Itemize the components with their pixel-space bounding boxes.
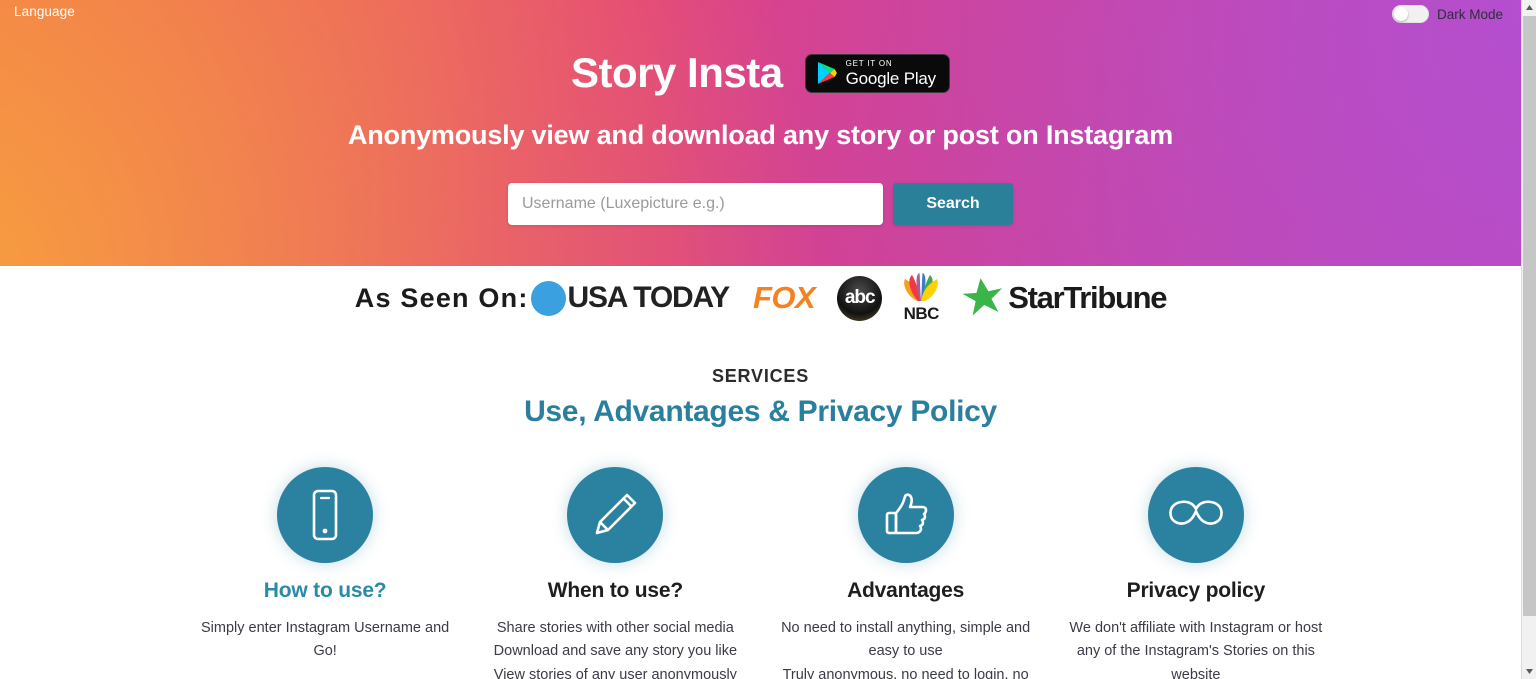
service-card-title: Privacy policy: [1126, 579, 1266, 602]
vertical-scrollbar[interactable]: [1521, 0, 1536, 679]
service-card-title[interactable]: How to use?: [264, 579, 387, 603]
dark-mode-toggle[interactable]: [1391, 5, 1429, 23]
hero-section: Language Dark Mode Story Insta GET IT ON…: [0, 0, 1521, 266]
as-seen-on-label: As Seen On:: [354, 282, 529, 313]
page-content: Language Dark Mode Story Insta GET IT ON…: [0, 0, 1521, 679]
google-play-icon: [816, 61, 838, 85]
service-card-advantages: Advantages No need to install anything, …: [761, 467, 1051, 679]
mobile-phone-icon[interactable]: [277, 467, 374, 563]
service-card-lines: No need to install anything, simple and …: [777, 617, 1035, 679]
fox-logo: FOX: [753, 280, 816, 315]
service-card-when-to-use: When to use? Share stories with other so…: [470, 467, 760, 679]
service-card-line: No need to install anything, simple and …: [781, 620, 1031, 660]
service-card-title: Advantages: [847, 579, 965, 602]
as-seen-on-strip: As Seen On: USA TODAY FOX abc NBC StarTr…: [0, 266, 1521, 328]
search-input[interactable]: [508, 183, 883, 225]
services-section: SERVICES Use, Advantages & Privacy Polic…: [0, 328, 1521, 679]
nbc-logo: NBC: [898, 272, 944, 324]
google-play-small-text: GET IT ON: [845, 58, 893, 68]
services-eyebrow: SERVICES: [711, 366, 810, 386]
service-card-how-to-use: How to use? Simply enter Instagram Usern…: [180, 467, 470, 679]
service-card-lines: Simply enter Instagram Username and Go!: [196, 617, 454, 664]
google-play-text: GET IT ON Google Play: [845, 58, 937, 88]
service-card-title: When to use?: [547, 579, 683, 602]
language-link[interactable]: Language: [14, 4, 75, 19]
service-card-line: View stories of any user anonymously: [493, 666, 737, 679]
service-card-privacy-policy: Privacy policy We don't affiliate with I…: [1051, 467, 1341, 679]
thumbs-up-icon[interactable]: [857, 467, 954, 563]
mustache-icon[interactable]: [1147, 467, 1244, 563]
star-tribune-logo: StarTribune: [962, 276, 1168, 321]
search-row: Search: [0, 183, 1521, 225]
nbc-text: NBC: [903, 304, 940, 323]
scroll-up-arrow-icon[interactable]: [1522, 0, 1536, 15]
pencil-icon[interactable]: [567, 467, 664, 563]
page-title: Story Insta: [571, 49, 783, 96]
services-title: Use, Advantages & Privacy Policy: [524, 395, 997, 428]
nbc-peacock-icon: [898, 272, 944, 307]
toggle-knob: [1393, 7, 1408, 21]
brand-row: Story Insta GET IT ON Google Play: [0, 0, 1521, 94]
service-card-line: Simply enter Instagram Username and Go!: [201, 620, 450, 660]
dark-mode-label: Dark Mode: [1436, 6, 1503, 22]
service-card-line: Truly anonymous, no need to login, no: [782, 666, 1029, 679]
google-play-badge[interactable]: GET IT ON Google Play: [804, 53, 950, 93]
scrollbar-thumb[interactable]: [1523, 16, 1536, 616]
usa-today-text: USA TODAY: [567, 281, 731, 314]
star-tribune-text: StarTribune: [1008, 280, 1167, 315]
service-card-line: We don't affiliate with Instagram or hos…: [1069, 620, 1323, 679]
service-card-line: Download and save any story you like: [493, 643, 738, 660]
service-card-lines: We don't affiliate with Instagram or hos…: [1067, 617, 1325, 679]
star-icon: [962, 276, 1004, 321]
service-card-line: Share stories with other social media: [496, 620, 734, 636]
browser-viewport: Language Dark Mode Story Insta GET IT ON…: [0, 0, 1536, 679]
abc-logo: abc: [837, 275, 883, 321]
usa-today-logo: USA TODAY: [530, 280, 731, 316]
scroll-down-arrow-icon[interactable]: [1522, 664, 1536, 679]
google-play-big-text: Google Play: [845, 68, 937, 88]
search-button[interactable]: Search: [893, 183, 1013, 225]
dark-mode-control[interactable]: Dark Mode: [1391, 5, 1503, 23]
usa-today-circle-icon: [530, 280, 566, 316]
services-cards: How to use? Simply enter Instagram Usern…: [0, 467, 1521, 679]
hero-subtitle: Anonymously view and download any story …: [347, 120, 1174, 150]
service-card-lines: Share stories with other social media Do…: [494, 617, 737, 679]
